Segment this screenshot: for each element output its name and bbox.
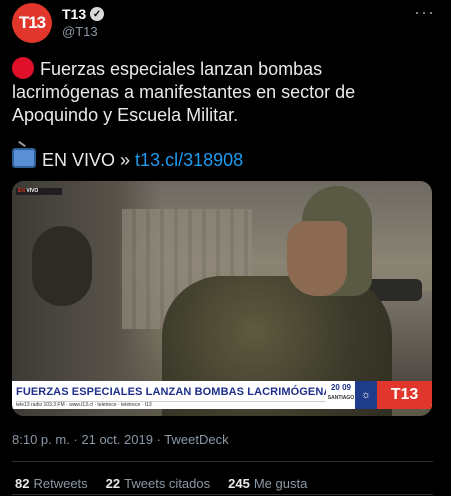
divider [12,461,433,462]
news-lower-third: FUERZAS ESPECIALES LANZAN BOMBAS LACRIMÓ… [12,381,432,409]
news-time: 20 09 [330,383,352,392]
red-circle-icon [12,57,34,79]
soldier-face [287,221,347,296]
news-ticker: tele13 radio 103.3 FM · www.t13.cl · tel… [16,402,152,408]
background-person [32,226,92,306]
weather-icon: ☼ [355,381,377,409]
tweet-source[interactable]: TweetDeck [164,432,228,447]
more-options-icon[interactable]: ··· [414,2,435,23]
live-tag-prefix: EN [18,188,25,194]
quotes-label: Tweets citados [124,476,211,491]
tweet-meta: 8:10 p. m. · 21 oct. 2019 · TweetDeck [12,432,229,447]
live-prefix: EN VIVO » [42,150,131,170]
author-name-text[interactable]: T13 [62,6,86,22]
tweet-stats: 82 Retweets 22 Tweets citados 245 Me gusta [15,476,307,491]
verified-badge-icon: ✓ [90,7,105,21]
tweet-text: Fuerzas especiales lanzan bombas lacrimó… [12,57,432,127]
divider-bottom [12,494,433,495]
likes-count: 245 [228,476,250,491]
live-line: EN VIVO » t13.cl/318908 [12,148,243,171]
likes-label: Me gusta [253,476,308,491]
tweet-link[interactable]: t13.cl/318908 [135,150,243,170]
avatar[interactable]: T13 [12,3,52,43]
news-clock: 20 09 SANTIAGO [327,381,355,409]
retweets-count: 82 [15,476,30,491]
tweet-date[interactable]: 21 oct. 2019 [81,432,153,447]
live-tag-word: VIVO [26,188,39,194]
author-handle[interactable]: @T13 [62,24,98,39]
news-headline: FUERZAS ESPECIALES LANZAN BOMBAS LACRIMÓ… [16,383,326,402]
tweet-body: Fuerzas especiales lanzan bombas lacrimó… [12,59,356,125]
news-location: SANTIAGO [327,395,355,401]
quotes-count: 22 [105,476,121,491]
author-name[interactable]: T13 ✓ [62,6,105,22]
tweet-media-image[interactable]: EN VIVO FUERZAS ESPECIALES LANZAN BOMBAS… [12,181,432,416]
likes-stat[interactable]: 245 Me gusta [228,476,307,491]
channel-logo: T13 [377,381,432,409]
retweets-label: Retweets [33,476,88,491]
retweets-stat[interactable]: 82 Retweets [15,476,88,491]
tweet-time[interactable]: 8:10 p. m. [12,432,70,447]
live-tag: EN VIVO [16,188,62,195]
quotes-stat[interactable]: 22 Tweets citados [106,476,210,491]
television-icon [12,148,36,168]
